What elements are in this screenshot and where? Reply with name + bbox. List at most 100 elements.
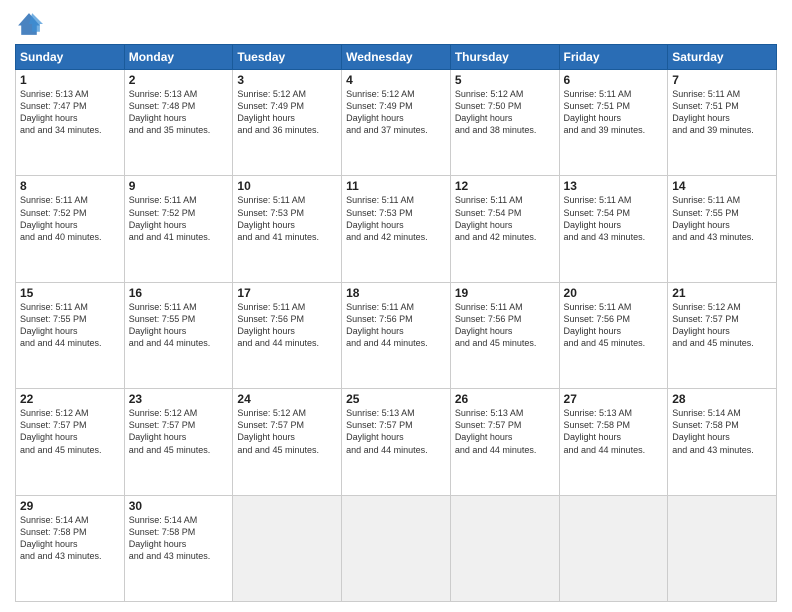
day-number: 8 — [20, 179, 120, 193]
calendar-cell: 30 Sunrise: 5:14 AMSunset: 7:58 PMDayligh… — [124, 495, 233, 601]
calendar-week-1: 1Sunrise: 5:13 AMSunset: 7:47 PMDaylight… — [16, 70, 777, 176]
cell-info: Sunrise: 5:11 AMSunset: 7:52 PMDaylight … — [20, 195, 102, 241]
cell-info: Sunrise: 5:11 AMSunset: 7:53 PMDaylight … — [237, 195, 319, 241]
cell-info: Sunrise: 5:11 AMSunset: 7:55 PMDaylight … — [20, 302, 102, 348]
calendar-cell — [233, 495, 342, 601]
day-number: 6 — [564, 73, 664, 87]
day-number: 23 — [129, 392, 229, 406]
cell-info: Sunrise: 5:13 AMSunset: 7:57 PMDaylight … — [455, 408, 537, 454]
day-number: 15 — [20, 286, 120, 300]
calendar-cell: 13 Sunrise: 5:11 AMSunset: 7:54 PMDayligh… — [559, 176, 668, 282]
calendar-cell: 24 Sunrise: 5:12 AMSunset: 7:57 PMDayligh… — [233, 389, 342, 495]
day-number: 5 — [455, 73, 555, 87]
day-number: 28 — [672, 392, 772, 406]
cell-info: Sunrise: 5:12 AMSunset: 7:57 PMDaylight … — [129, 408, 211, 454]
day-number: 3 — [237, 73, 337, 87]
day-number: 24 — [237, 392, 337, 406]
cell-info: Sunrise: 5:14 AMSunset: 7:58 PMDaylight … — [672, 408, 754, 454]
calendar-cell: 27 Sunrise: 5:13 AMSunset: 7:58 PMDayligh… — [559, 389, 668, 495]
day-number: 30 — [129, 499, 229, 513]
cell-info: Sunrise: 5:11 AMSunset: 7:51 PMDaylight … — [564, 89, 646, 135]
day-number: 21 — [672, 286, 772, 300]
day-header-monday: Monday — [124, 45, 233, 70]
calendar-cell: 7 Sunrise: 5:11 AMSunset: 7:51 PMDaylight… — [668, 70, 777, 176]
cell-info: Sunrise: 5:13 AMSunset: 7:48 PMDaylight … — [129, 89, 211, 135]
calendar-cell: 6 Sunrise: 5:11 AMSunset: 7:51 PMDaylight… — [559, 70, 668, 176]
day-header-thursday: Thursday — [450, 45, 559, 70]
day-number: 27 — [564, 392, 664, 406]
calendar-cell: 18 Sunrise: 5:11 AMSunset: 7:56 PMDayligh… — [342, 282, 451, 388]
cell-info: Sunrise: 5:11 AMSunset: 7:56 PMDaylight … — [455, 302, 537, 348]
calendar-cell: 29Sunrise: 5:14 AMSunset: 7:58 PMDayligh… — [16, 495, 125, 601]
calendar-cell: 9 Sunrise: 5:11 AMSunset: 7:52 PMDaylight… — [124, 176, 233, 282]
cell-info: Sunrise: 5:11 AMSunset: 7:55 PMDaylight … — [672, 195, 754, 241]
calendar-cell — [668, 495, 777, 601]
calendar-cell: 3 Sunrise: 5:12 AMSunset: 7:49 PMDaylight… — [233, 70, 342, 176]
calendar-week-2: 8 Sunrise: 5:11 AMSunset: 7:52 PMDaylight… — [16, 176, 777, 282]
calendar-week-3: 15 Sunrise: 5:11 AMSunset: 7:55 PMDayligh… — [16, 282, 777, 388]
calendar-cell: 28 Sunrise: 5:14 AMSunset: 7:58 PMDayligh… — [668, 389, 777, 495]
calendar-cell: 1Sunrise: 5:13 AMSunset: 7:47 PMDaylight… — [16, 70, 125, 176]
day-number: 12 — [455, 179, 555, 193]
day-number: 4 — [346, 73, 446, 87]
header — [15, 10, 777, 38]
cell-info: Sunrise: 5:11 AMSunset: 7:54 PMDaylight … — [564, 195, 646, 241]
day-number: 7 — [672, 73, 772, 87]
day-number: 14 — [672, 179, 772, 193]
cell-info: Sunrise: 5:11 AMSunset: 7:51 PMDaylight … — [672, 89, 754, 135]
cell-info: Sunrise: 5:11 AMSunset: 7:55 PMDaylight … — [129, 302, 211, 348]
logo — [15, 10, 47, 38]
calendar-cell — [559, 495, 668, 601]
day-number: 16 — [129, 286, 229, 300]
cell-info: Sunrise: 5:13 AMSunset: 7:47 PMDaylight … — [20, 89, 102, 135]
calendar-cell: 17Sunrise: 5:11 AMSunset: 7:56 PMDayligh… — [233, 282, 342, 388]
cell-info: Sunrise: 5:14 AMSunset: 7:58 PMDaylight … — [129, 515, 211, 561]
page: SundayMondayTuesdayWednesdayThursdayFrid… — [0, 0, 792, 612]
calendar-cell: 5 Sunrise: 5:12 AMSunset: 7:50 PMDaylight… — [450, 70, 559, 176]
cell-info: Sunrise: 5:12 AMSunset: 7:49 PMDaylight … — [346, 89, 428, 135]
calendar-cell: 21 Sunrise: 5:12 AMSunset: 7:57 PMDayligh… — [668, 282, 777, 388]
logo-icon — [15, 10, 43, 38]
day-number: 10 — [237, 179, 337, 193]
cell-info: Sunrise: 5:11 AMSunset: 7:56 PMDaylight … — [237, 302, 319, 348]
cell-info: Sunrise: 5:11 AMSunset: 7:54 PMDaylight … — [455, 195, 537, 241]
day-header-sunday: Sunday — [16, 45, 125, 70]
cell-info: Sunrise: 5:12 AMSunset: 7:57 PMDaylight … — [237, 408, 319, 454]
cell-info: Sunrise: 5:12 AMSunset: 7:57 PMDaylight … — [672, 302, 754, 348]
day-number: 20 — [564, 286, 664, 300]
day-number: 18 — [346, 286, 446, 300]
day-number: 29 — [20, 499, 120, 513]
calendar-cell — [450, 495, 559, 601]
calendar-cell: 12 Sunrise: 5:11 AMSunset: 7:54 PMDayligh… — [450, 176, 559, 282]
day-number: 11 — [346, 179, 446, 193]
cell-info: Sunrise: 5:11 AMSunset: 7:56 PMDaylight … — [346, 302, 428, 348]
calendar-cell: 16 Sunrise: 5:11 AMSunset: 7:55 PMDayligh… — [124, 282, 233, 388]
calendar-cell: 14 Sunrise: 5:11 AMSunset: 7:55 PMDayligh… — [668, 176, 777, 282]
day-number: 19 — [455, 286, 555, 300]
calendar-cell: 2 Sunrise: 5:13 AMSunset: 7:48 PMDaylight… — [124, 70, 233, 176]
calendar-cell: 20 Sunrise: 5:11 AMSunset: 7:56 PMDayligh… — [559, 282, 668, 388]
calendar-week-5: 29 Sunrise: 5:14 AMSunset: 7:58 PMDayligh… — [16, 495, 777, 601]
calendar-cell: 8 Sunrise: 5:11 AMSunset: 7:52 PMDaylight… — [16, 176, 125, 282]
calendar-table: SundayMondayTuesdayWednesdayThursdayFrid… — [15, 44, 777, 602]
cell-info: Sunrise: 5:11 AMSunset: 7:53 PMDaylight … — [346, 195, 428, 241]
calendar-cell: 22 Sunrise: 5:12 AMSunset: 7:57 PMDayligh… — [16, 389, 125, 495]
day-number: 13 — [564, 179, 664, 193]
cell-info: Sunrise: 5:12 AMSunset: 7:50 PMDaylight … — [455, 89, 537, 135]
cell-info: Sunrise: 5:12 AMSunset: 7:57 PMDaylight … — [20, 408, 102, 454]
day-number: 22 — [20, 392, 120, 406]
cell-info: Sunrise: 5:13 AMSunset: 7:57 PMDaylight … — [346, 408, 428, 454]
cell-info: Sunrise: 5:11 AMSunset: 7:52 PMDaylight … — [129, 195, 211, 241]
calendar-cell: 10 Sunrise: 5:11 AMSunset: 7:53 PMDayligh… — [233, 176, 342, 282]
day-number: 2 — [129, 73, 229, 87]
day-number: 9 — [129, 179, 229, 193]
cell-info: Sunrise: 5:11 AMSunset: 7:56 PMDaylight … — [564, 302, 646, 348]
day-number: 25 — [346, 392, 446, 406]
day-header-saturday: Saturday — [668, 45, 777, 70]
calendar-cell: 23 Sunrise: 5:12 AMSunset: 7:57 PMDayligh… — [124, 389, 233, 495]
day-header-friday: Friday — [559, 45, 668, 70]
cell-info: Sunrise: 5:12 AMSunset: 7:49 PMDaylight … — [237, 89, 319, 135]
calendar-cell: 4 Sunrise: 5:12 AMSunset: 7:49 PMDaylight… — [342, 70, 451, 176]
cell-info: Sunrise: 5:13 AMSunset: 7:58 PMDaylight … — [564, 408, 646, 454]
calendar-cell: 25 Sunrise: 5:13 AMSunset: 7:57 PMDayligh… — [342, 389, 451, 495]
